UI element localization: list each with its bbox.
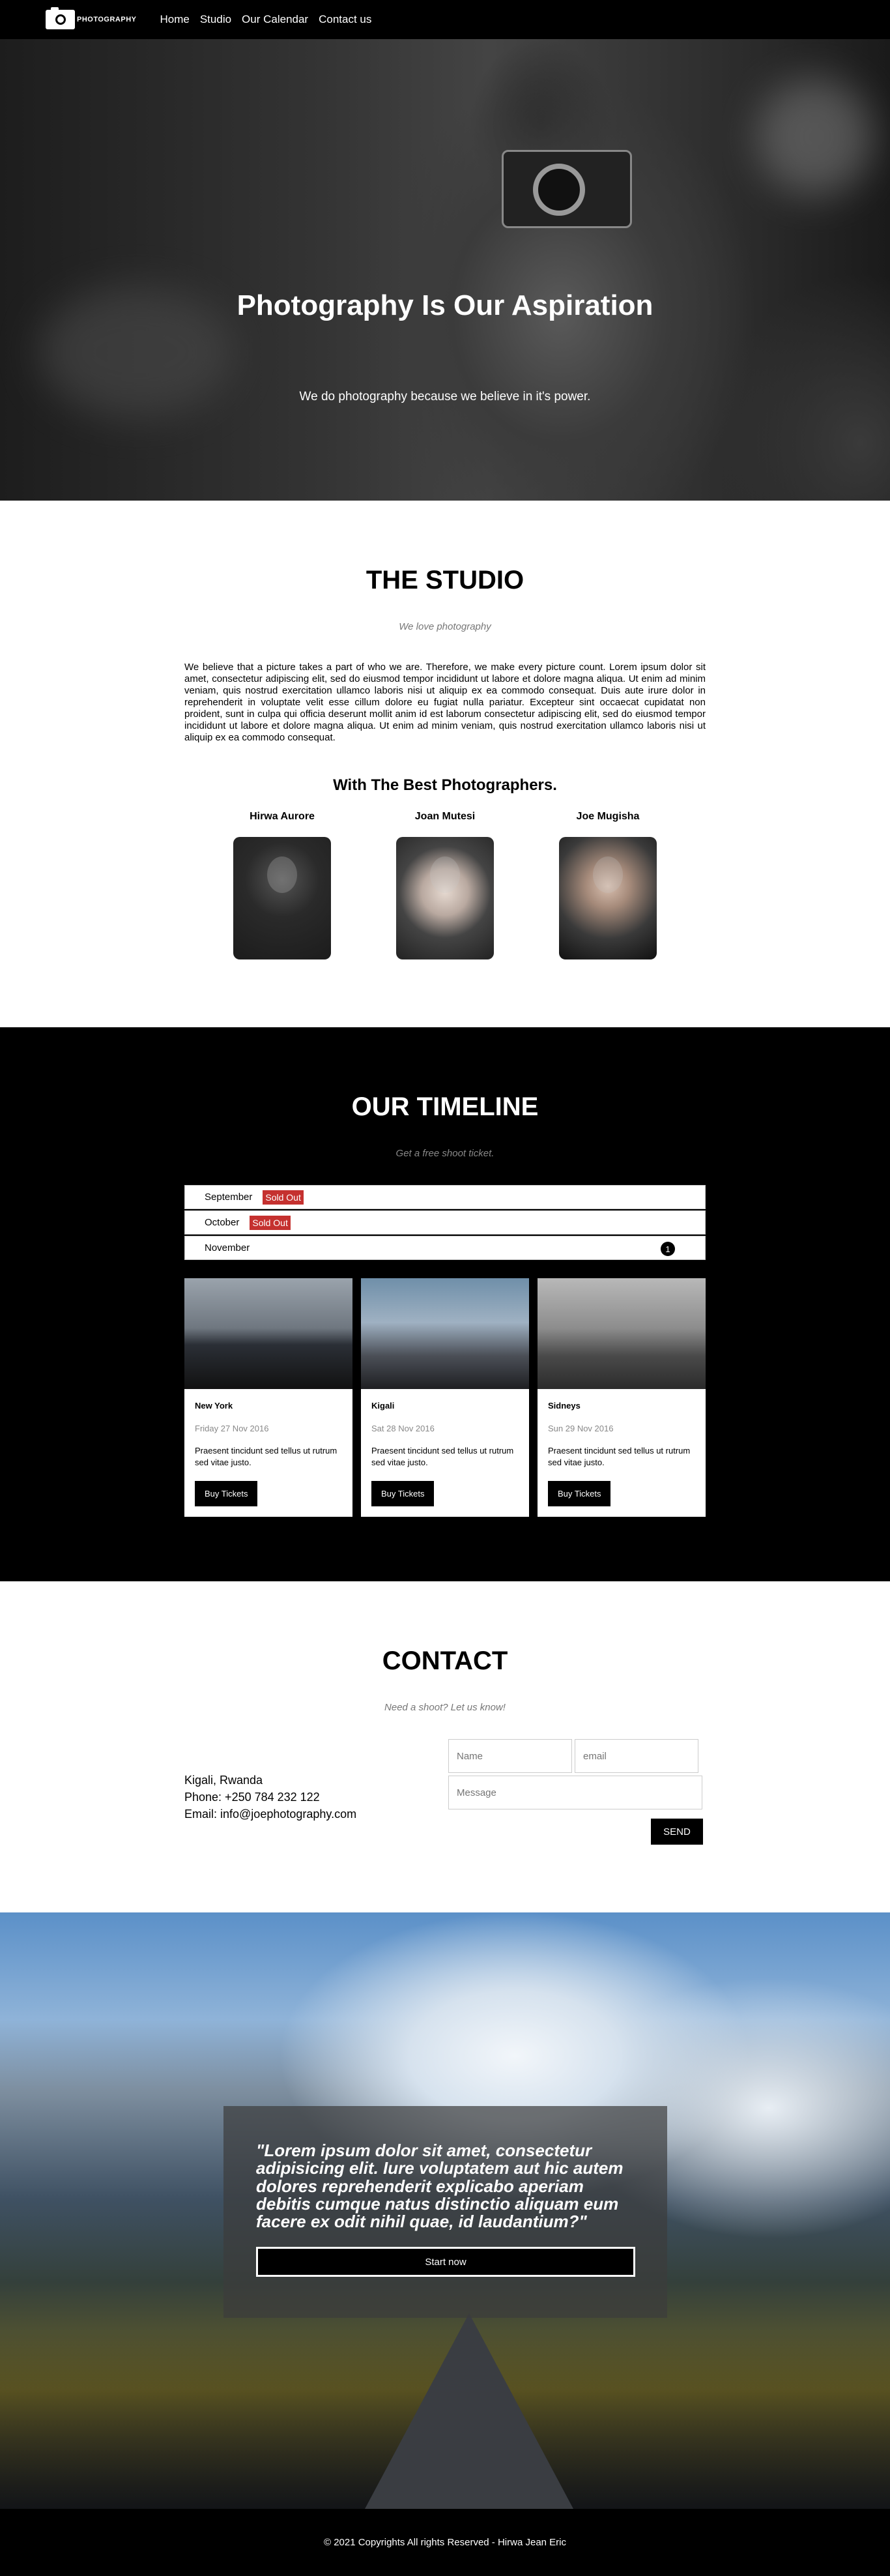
event-description: Praesent tincidunt sed tellus ut rutrum … <box>548 1446 691 1467</box>
contact-location: Kigali, Rwanda <box>184 1774 263 1787</box>
contact-section: CONTACT Need a shoot? Let us know! Kigal… <box>0 1581 890 1912</box>
member-name: Joe Mugisha <box>576 811 640 822</box>
sold-out-badge: Sold Out <box>250 1215 291 1230</box>
team-member: Hirwa Aurore <box>233 811 331 959</box>
email-input[interactable] <box>575 1739 698 1773</box>
nav-link-calendar[interactable]: Our Calendar <box>242 13 308 26</box>
event-description: Praesent tincidunt sed tellus ut rutrum … <box>371 1446 514 1467</box>
month-item-september[interactable]: September Sold Out <box>184 1185 706 1209</box>
contact-title: CONTACT <box>382 1647 508 1675</box>
event-cards: New York Friday 27 Nov 2016 Praesent tin… <box>184 1278 706 1517</box>
contact-phone: Phone: +250 784 232 122 <box>184 1791 320 1804</box>
nav-link-studio[interactable]: Studio <box>200 13 231 26</box>
buy-tickets-button[interactable]: Buy Tickets <box>371 1481 435 1507</box>
month-label: November <box>205 1242 250 1253</box>
team-member: Joan Mutesi <box>396 811 494 959</box>
city-image <box>538 1278 706 1389</box>
studio-subtitle: We love photography <box>399 621 491 632</box>
hero-camera-graphic <box>502 150 632 228</box>
studio-section: THE STUDIO We love photography We believ… <box>0 501 890 1027</box>
timeline-section: OUR TIMELINE Get a free shoot ticket. Se… <box>0 1027 890 1581</box>
buy-tickets-button[interactable]: Buy Tickets <box>195 1481 258 1507</box>
member-name: Hirwa Aurore <box>250 811 315 822</box>
contact-subtitle: Need a shoot? Let us know! <box>384 1702 506 1713</box>
team-heading: With The Best Photographers. <box>333 776 557 794</box>
event-description: Praesent tincidunt sed tellus ut rutrum … <box>195 1446 337 1467</box>
sold-out-badge: Sold Out <box>263 1190 304 1205</box>
quote-box: "Lorem ipsum dolor sit amet, consectetur… <box>223 2106 667 2318</box>
footer: © 2021 Copyrights All rights Reserved - … <box>0 2509 890 2576</box>
studio-title: THE STUDIO <box>366 566 524 594</box>
city-image <box>184 1278 352 1389</box>
month-item-november[interactable]: November 1 <box>184 1236 706 1260</box>
member-photo <box>559 837 657 959</box>
name-input[interactable] <box>448 1739 572 1773</box>
quote-text: "Lorem ipsum dolor sit amet, consectetur… <box>256 2141 624 2232</box>
site-logo[interactable]: PHOTOGRAPHY <box>46 7 137 29</box>
count-badge: 1 <box>661 1242 675 1256</box>
contact-email: Email: info@joephotography.com <box>184 1808 357 1821</box>
event-city: Kigali <box>371 1401 395 1411</box>
send-button[interactable]: SEND <box>651 1819 703 1845</box>
studio-description: We believe that a picture takes a part o… <box>184 662 706 743</box>
hero-bokeh <box>756 78 873 196</box>
copyright-text: © 2021 Copyrights All rights Reserved - … <box>323 2537 567 2548</box>
hero-title: Photography Is Our Aspiration <box>237 289 653 321</box>
member-name: Joan Mutesi <box>414 811 476 822</box>
hero-subtitle: We do photography because we believe in … <box>299 390 591 403</box>
contact-form: SEND <box>448 1739 706 1845</box>
member-photo <box>233 837 331 959</box>
city-image <box>361 1278 529 1389</box>
camera-icon <box>46 7 75 29</box>
team-member: Joe Mugisha <box>559 811 657 959</box>
month-label: October <box>205 1217 240 1228</box>
month-item-october[interactable]: October Sold Out <box>184 1210 706 1235</box>
month-list: September Sold Out October Sold Out Nove… <box>184 1185 706 1260</box>
event-city: New York <box>195 1401 233 1411</box>
event-card: Kigali Sat 28 Nov 2016 Praesent tincidun… <box>361 1278 529 1517</box>
member-photo <box>396 837 494 959</box>
start-now-button[interactable]: Start now <box>256 2247 635 2277</box>
timeline-subtitle: Get a free shoot ticket. <box>395 1148 495 1159</box>
event-card: New York Friday 27 Nov 2016 Praesent tin… <box>184 1278 352 1517</box>
nav-link-home[interactable]: Home <box>160 13 189 26</box>
road-graphic <box>365 2313 573 2509</box>
buy-tickets-button[interactable]: Buy Tickets <box>548 1481 611 1507</box>
event-date: Sat 28 Nov 2016 <box>371 1424 435 1433</box>
message-input[interactable] <box>448 1776 702 1809</box>
month-label: September <box>205 1192 253 1203</box>
contact-info: Kigali, Rwanda Phone: +250 784 232 122 E… <box>184 1739 356 1845</box>
event-card: Sidneys Sun 29 Nov 2016 Praesent tincidu… <box>538 1278 706 1517</box>
event-city: Sidneys <box>548 1401 581 1411</box>
logo-text: PHOTOGRAPHY <box>77 16 137 23</box>
top-navbar: PHOTOGRAPHY Home Studio Our Calendar Con… <box>0 0 890 39</box>
quote-banner: "Lorem ipsum dolor sit amet, consectetur… <box>0 1912 890 2509</box>
hero-section: Photography Is Our Aspiration We do phot… <box>0 39 890 501</box>
timeline-title: OUR TIMELINE <box>351 1092 539 1121</box>
event-date: Sun 29 Nov 2016 <box>548 1424 614 1433</box>
team-list: Hirwa Aurore Joan Mutesi Joe Mugisha <box>0 811 890 959</box>
nav-link-contact[interactable]: Contact us <box>319 13 371 26</box>
event-date: Friday 27 Nov 2016 <box>195 1424 269 1433</box>
